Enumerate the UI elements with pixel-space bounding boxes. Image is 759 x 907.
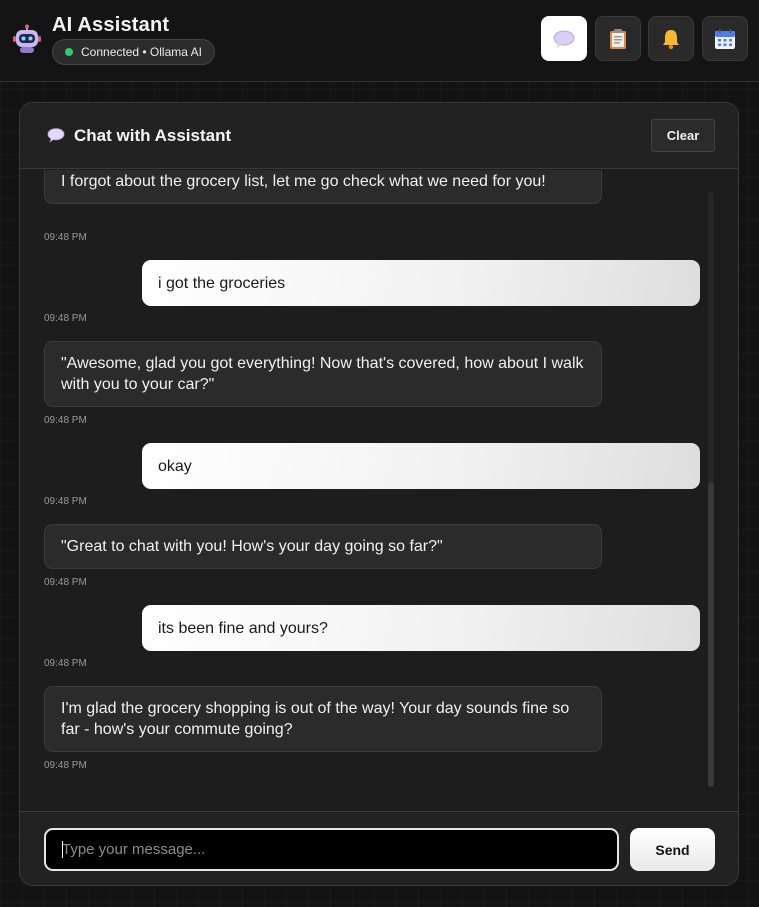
assistant-message: "Great to chat with you! How's your day … (44, 524, 602, 569)
text-caret (62, 841, 63, 858)
send-button[interactable]: Send (630, 828, 715, 871)
connection-status-badge: Connected • Ollama AI (52, 39, 215, 65)
message-timestamp: 09:48 PM (44, 415, 87, 426)
scrollbar-thumb[interactable] (708, 482, 714, 787)
app-header: AI Assistant Connected • Ollama AI (0, 0, 759, 82)
message-list[interactable]: I forgot about the grocery list, let me … (20, 170, 738, 811)
message-timestamp: 09:48 PM (44, 313, 87, 324)
clipboard-icon (609, 28, 627, 50)
user-message: okay (142, 443, 700, 489)
nav-calendar-button[interactable] (702, 16, 748, 61)
user-message: its been fine and yours? (142, 605, 700, 651)
chat-panel-header: Chat with Assistant Clear (20, 103, 738, 169)
message-input[interactable] (44, 828, 619, 871)
chat-panel-title: Chat with Assistant (74, 126, 232, 145)
message-timestamp: 09:48 PM (44, 658, 87, 669)
calendar-icon (714, 28, 736, 50)
chat-bubble-icon (47, 127, 65, 148)
message-timestamp: 09:48 PM (44, 760, 87, 771)
assistant-message: I'm glad the grocery shopping is out of … (44, 686, 602, 752)
app-title: AI Assistant (52, 14, 170, 36)
message-timestamp: 09:48 PM (44, 577, 87, 588)
robot-avatar-icon (12, 24, 42, 54)
message-timestamp: 09:48 PM (44, 496, 87, 507)
assistant-message: I forgot about the grocery list, let me … (44, 170, 602, 204)
assistant-message: "Awesome, glad you got everything! Now t… (44, 341, 602, 407)
connection-status-text: Connected • Ollama AI (81, 45, 202, 59)
nav-notifications-button[interactable] (648, 16, 694, 61)
chat-panel: Chat with Assistant Clear I forgot about… (19, 102, 739, 886)
status-dot-icon (65, 48, 73, 56)
chat-bubble-icon (553, 29, 575, 49)
message-composer: Send (20, 811, 738, 885)
user-message: i got the groceries (142, 260, 700, 306)
nav-notes-button[interactable] (595, 16, 641, 61)
bell-icon (661, 28, 681, 50)
nav-chat-button[interactable] (541, 16, 587, 61)
message-timestamp: 09:48 PM (44, 232, 87, 243)
clear-chat-button[interactable]: Clear (651, 119, 715, 152)
